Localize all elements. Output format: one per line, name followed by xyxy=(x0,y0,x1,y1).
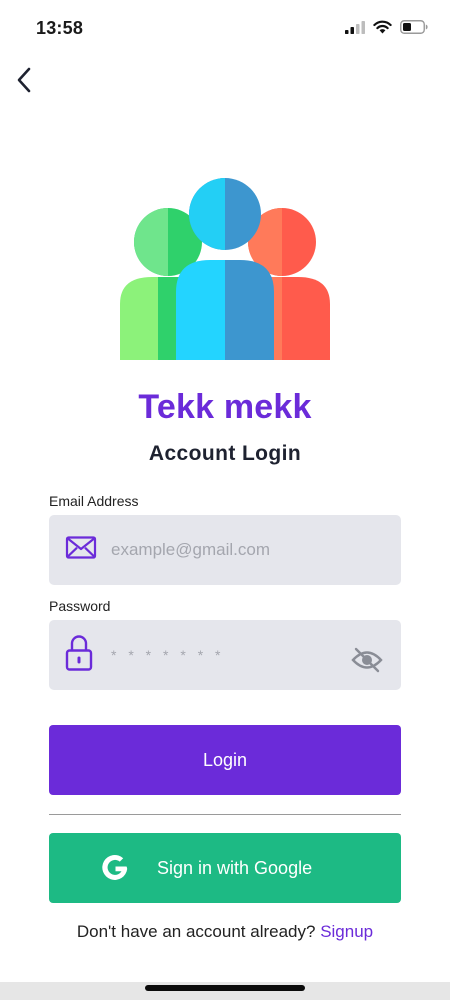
password-field-container xyxy=(49,620,401,690)
signup-prompt-row: Don't have an account already? Signup xyxy=(0,922,450,942)
google-button-label: Sign in with Google xyxy=(157,858,313,878)
home-indicator[interactable] xyxy=(145,985,305,991)
lock-icon xyxy=(65,634,93,677)
signal-icon xyxy=(345,20,365,34)
password-input[interactable] xyxy=(111,620,351,690)
envelope-icon xyxy=(65,535,97,566)
chevron-left-icon xyxy=(16,67,32,98)
page-title: Account Login xyxy=(148,442,302,465)
google-icon xyxy=(99,853,131,890)
signup-prompt: Don't have an account already? xyxy=(76,922,316,941)
eye-off-icon[interactable] xyxy=(351,646,383,679)
status-icons xyxy=(345,20,428,34)
app-title: Tekk mekk xyxy=(138,388,312,426)
email-input[interactable] xyxy=(111,515,351,585)
password-label: Password xyxy=(49,598,111,614)
wifi-icon xyxy=(373,20,392,34)
google-signin-button[interactable]: Sign in with Google xyxy=(49,833,401,903)
back-button[interactable] xyxy=(4,60,44,104)
battery-icon xyxy=(400,20,428,34)
signup-link[interactable]: Signup xyxy=(320,922,373,941)
app-logo xyxy=(118,176,332,364)
users-group-icon xyxy=(118,178,332,368)
login-screen: 13:58 Tekk mekk Account Login Email Addr… xyxy=(0,0,450,1000)
email-field-container xyxy=(49,515,401,585)
status-bar: 13:58 xyxy=(0,0,450,56)
status-time: 13:58 xyxy=(36,18,84,38)
login-button[interactable]: Login xyxy=(49,725,401,795)
email-label: Email Address xyxy=(49,493,139,509)
divider xyxy=(49,814,401,815)
